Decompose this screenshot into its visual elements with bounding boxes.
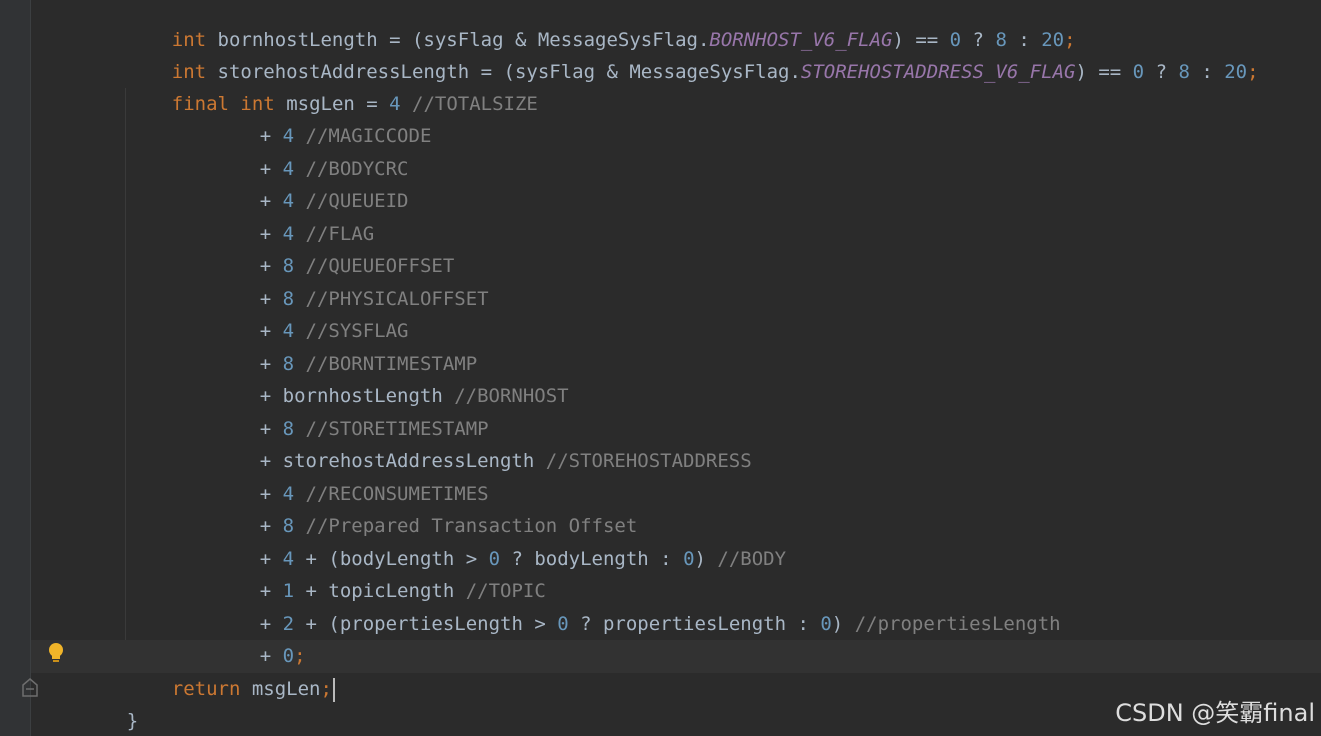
- code-editor[interactable]: int bornhostLength = (sysFlag & MessageS…: [0, 0, 1321, 736]
- code-text: ): [694, 548, 706, 570]
- code-line-term[interactable]: + 8 //PHYSICALOFFSET: [214, 251, 489, 310]
- csdn-watermark: CSDN @笑霸final: [1115, 699, 1315, 727]
- code-line-term[interactable]: + 8 //BORNTIMESTAMP: [214, 316, 477, 375]
- code-line-term[interactable]: + 8 //Prepared Transaction Offset: [214, 478, 638, 537]
- code-line-term[interactable]: + 0;: [214, 608, 306, 667]
- code-text: ? propertiesLength :: [568, 613, 821, 635]
- comment: //propertiesLength: [843, 613, 1061, 635]
- code-text: ) ==: [1075, 61, 1133, 83]
- code-line-term[interactable]: + 2 + (propertiesLength > 0 ? properties…: [214, 576, 1061, 635]
- code-line-storehost[interactable]: int storehostAddressLength = (sysFlag & …: [126, 24, 1259, 83]
- code-line-term[interactable]: + 4 //MAGICCODE: [214, 88, 432, 147]
- editor-gutter[interactable]: [0, 0, 31, 736]
- code-text: ): [831, 613, 844, 635]
- code-text: :: [1189, 61, 1225, 83]
- number: 8: [1178, 61, 1190, 83]
- text-caret: [332, 677, 335, 702]
- code-text: + (propertiesLength >: [294, 613, 558, 635]
- code-line-bornhost[interactable]: int bornhostLength = (sysFlag & MessageS…: [126, 0, 1076, 51]
- comment: //STOREHOSTADDRESS: [534, 450, 752, 472]
- number: 0: [1132, 61, 1145, 83]
- comment: //BODY: [705, 548, 787, 570]
- code-line-term[interactable]: + 8 //QUEUEOFFSET: [214, 218, 455, 277]
- code-line-term[interactable]: + 4 + (bodyLength > 0 ? bodyLength : 0) …: [214, 511, 786, 570]
- code-line-term[interactable]: + 4 //FLAG: [214, 186, 374, 245]
- number: 0: [820, 613, 832, 635]
- code-line-term[interactable]: + 4 //BODYCRC: [214, 121, 409, 180]
- semicolon: ;: [320, 678, 332, 700]
- fold-marker-icon[interactable]: [21, 677, 39, 699]
- code-line-term[interactable]: + 1 + topicLength //TOPIC: [214, 543, 546, 602]
- code-line-term[interactable]: + bornhostLength //BORNHOST: [214, 348, 569, 407]
- code-text: ?: [1144, 61, 1179, 83]
- close-brace: }: [126, 710, 139, 732]
- keyword: return: [171, 678, 241, 700]
- code-text: msgLen: [240, 678, 321, 700]
- code-line-term[interactable]: + 8 //STORETIMESTAMP: [214, 381, 489, 440]
- number: 20: [1224, 61, 1248, 83]
- number: 0: [557, 613, 569, 635]
- code-line-msglen[interactable]: final int msgLen = 4 //TOTALSIZE: [126, 56, 538, 115]
- constant: STOREHOSTADDRESS_V6_FLAG: [800, 61, 1076, 83]
- indent-guide: [125, 88, 126, 640]
- semicolon: ;: [1247, 61, 1259, 83]
- code-line-term[interactable]: + 4 //RECONSUMETIMES: [214, 446, 489, 505]
- lightbulb-icon[interactable]: [47, 642, 65, 666]
- code-line-term[interactable]: + 4 //SYSFLAG: [214, 283, 409, 342]
- code-line-return[interactable]: return msgLen;: [126, 641, 335, 702]
- code-line-close-brace[interactable]: }: [81, 673, 138, 732]
- code-line-term[interactable]: + 4 //QUEUEID: [214, 153, 409, 212]
- code-line-term[interactable]: + storehostAddressLength //STOREHOSTADDR…: [214, 413, 752, 472]
- number: 0: [683, 548, 695, 570]
